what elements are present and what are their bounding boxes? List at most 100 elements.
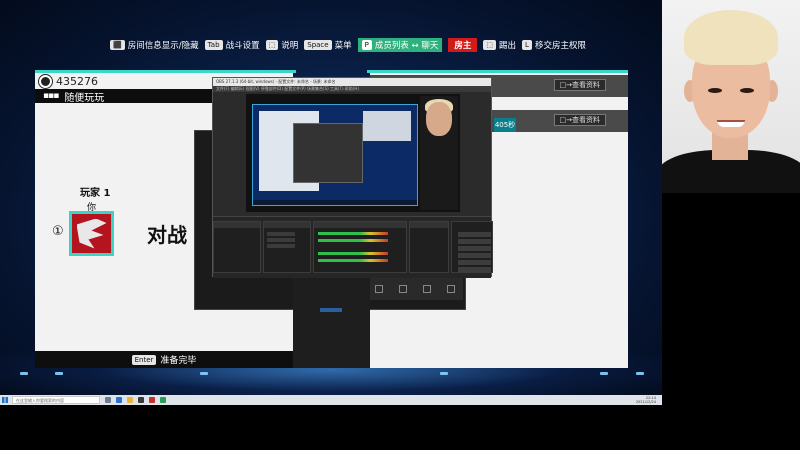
center-tab[interactable] <box>320 308 342 312</box>
dock-header <box>264 222 310 228</box>
game-lobby-screen: ⬛ 房间信息显示/隐藏 Tab 战斗设置 ⬚ 说明 Space 菜单 P 成员列… <box>0 0 662 395</box>
center-overlay <box>293 268 370 368</box>
taskbar-search-input[interactable]: 在这里输入你要搜索的内容 <box>12 396 100 404</box>
hint-transfer-host[interactable]: L 移交房主权限 <box>522 39 586 51</box>
ready-label: 准备完毕 <box>160 356 197 366</box>
transitions-dock[interactable] <box>409 221 449 273</box>
audio-meter <box>318 239 388 242</box>
preview-window <box>363 111 411 141</box>
exit-button[interactable] <box>458 267 491 272</box>
audio-meter <box>318 252 388 255</box>
kick-label: 踢出 <box>499 41 517 51</box>
start-recording-button[interactable] <box>458 239 491 244</box>
webcam-face <box>426 102 452 136</box>
obs-preview <box>246 94 460 212</box>
sources-dock[interactable] <box>263 221 311 273</box>
stadium-light <box>20 372 28 375</box>
preview-screen-capture <box>252 104 418 206</box>
room-info-label: 房间信息显示/隐藏 <box>127 41 199 51</box>
dock-header <box>214 222 260 228</box>
task-view-icon[interactable] <box>105 397 111 403</box>
stadium-light <box>600 372 608 375</box>
stadium-light <box>200 372 208 375</box>
dock-header <box>410 222 448 228</box>
stadium-light <box>55 372 63 375</box>
panel-accent-line <box>367 70 628 73</box>
dock-header <box>314 222 406 228</box>
source-item[interactable] <box>267 244 295 248</box>
team-logo[interactable] <box>69 211 114 256</box>
slot-number: ① <box>52 224 64 239</box>
members-key: P <box>361 40 372 50</box>
hint-menu[interactable]: Space 菜单 <box>304 39 352 51</box>
webcam-overlay <box>662 0 800 193</box>
stadium-light <box>636 372 644 375</box>
hint-kick[interactable]: ⬚ 踢出 <box>483 39 516 51</box>
ready-button[interactable]: Enter 准备完毕 <box>35 351 293 368</box>
obs-title-bar[interactable]: OBS 27.1.3 (64-bit, windows) - 配置文件: 未命名… <box>213 78 491 86</box>
audio-meter <box>318 259 388 262</box>
host-badge: 房主 <box>448 38 478 52</box>
virtual-camera-button[interactable] <box>458 246 491 251</box>
hint-bar: ⬛ 房间信息显示/隐藏 Tab 战斗设置 ⬚ 说明 Space 菜单 P 成员列… <box>110 38 586 52</box>
view-profile-button[interactable]: □→查看资料 <box>553 114 606 126</box>
settings-button[interactable] <box>458 260 491 265</box>
toolbar-icon[interactable] <box>447 285 455 293</box>
room-id: 435276 <box>56 74 98 88</box>
toolbar-icon[interactable] <box>399 285 407 293</box>
windows-taskbar: 在这里输入你要搜索的内容 22:14 2021/12/24 <box>0 395 662 405</box>
tactics-key: Tab <box>204 40 223 50</box>
start-button[interactable] <box>0 395 10 405</box>
transfer-key: L <box>522 40 532 50</box>
stadium-light <box>440 372 448 375</box>
screen-capture: ⬛ 房间信息显示/隐藏 Tab 战斗设置 ⬚ 说明 Space 菜单 P 成员列… <box>0 0 800 450</box>
obs-menu-bar[interactable]: 文件(F) 编辑(E) 视图(V) 停靠部件(D) 配置文件(P) 场景集合(S… <box>213 86 491 92</box>
controls-dock[interactable] <box>451 221 493 273</box>
preview-window <box>293 123 363 183</box>
windows-logo-icon <box>2 397 8 403</box>
obs-icon[interactable] <box>138 397 144 403</box>
menu-label: 菜单 <box>334 41 352 51</box>
signal-bars-icon: ▪▪▪ <box>43 91 59 101</box>
preview-taskbar <box>253 200 417 205</box>
obs-window[interactable]: OBS 27.1.3 (64-bit, windows) - 配置文件: 未命名… <box>212 77 493 278</box>
tray-date: 2021/12/24 <box>635 400 656 404</box>
edge-icon[interactable] <box>116 397 122 403</box>
preview-webcam <box>420 96 458 210</box>
tactics-label: 战斗设置 <box>225 41 260 51</box>
help-label: 说明 <box>281 41 299 51</box>
countdown-timer: 405秒 <box>494 118 516 132</box>
studio-mode-button[interactable] <box>458 253 491 258</box>
audio-meter <box>318 232 388 235</box>
members-label: 成员列表 ↔ 聊天 <box>374 41 439 51</box>
webcam-eye <box>740 88 754 93</box>
view-profile-button[interactable]: □→查看资料 <box>553 79 606 91</box>
hint-help[interactable]: ⬚ 说明 <box>265 39 299 51</box>
transfer-label: 移交房主权限 <box>534 41 586 51</box>
enter-key: Enter <box>131 354 157 365</box>
start-streaming-button[interactable] <box>458 232 491 237</box>
room-avatar-icon <box>39 74 52 88</box>
app-icon[interactable] <box>160 397 166 403</box>
webcam-hair <box>684 10 778 65</box>
webcam-mouth <box>717 120 745 127</box>
file-explorer-icon[interactable] <box>127 397 133 403</box>
toolbar-icon[interactable] <box>423 285 431 293</box>
hint-members-chat[interactable]: P 成员列表 ↔ 聊天 <box>357 38 443 52</box>
toolbar-icon[interactable] <box>375 285 383 293</box>
scenes-dock[interactable] <box>213 221 261 273</box>
hint-tactics[interactable]: Tab 战斗设置 <box>204 39 260 51</box>
audio-mixer-dock[interactable] <box>313 221 407 273</box>
versus-label: 对战 <box>147 223 187 247</box>
system-tray-clock[interactable]: 22:14 2021/12/24 <box>636 396 656 404</box>
obs-docks <box>213 216 493 278</box>
room-info-key: ⬛ <box>110 40 125 50</box>
source-item[interactable] <box>267 238 295 242</box>
kick-key: ⬚ <box>483 40 497 50</box>
game-app-icon[interactable] <box>149 397 155 403</box>
source-item[interactable] <box>267 232 295 236</box>
hint-room-info[interactable]: ⬛ 房间信息显示/隐藏 <box>110 39 199 51</box>
webcam-eye <box>708 88 722 93</box>
menu-key: Space <box>304 40 332 50</box>
player-label: 玩家 1 <box>80 188 111 199</box>
